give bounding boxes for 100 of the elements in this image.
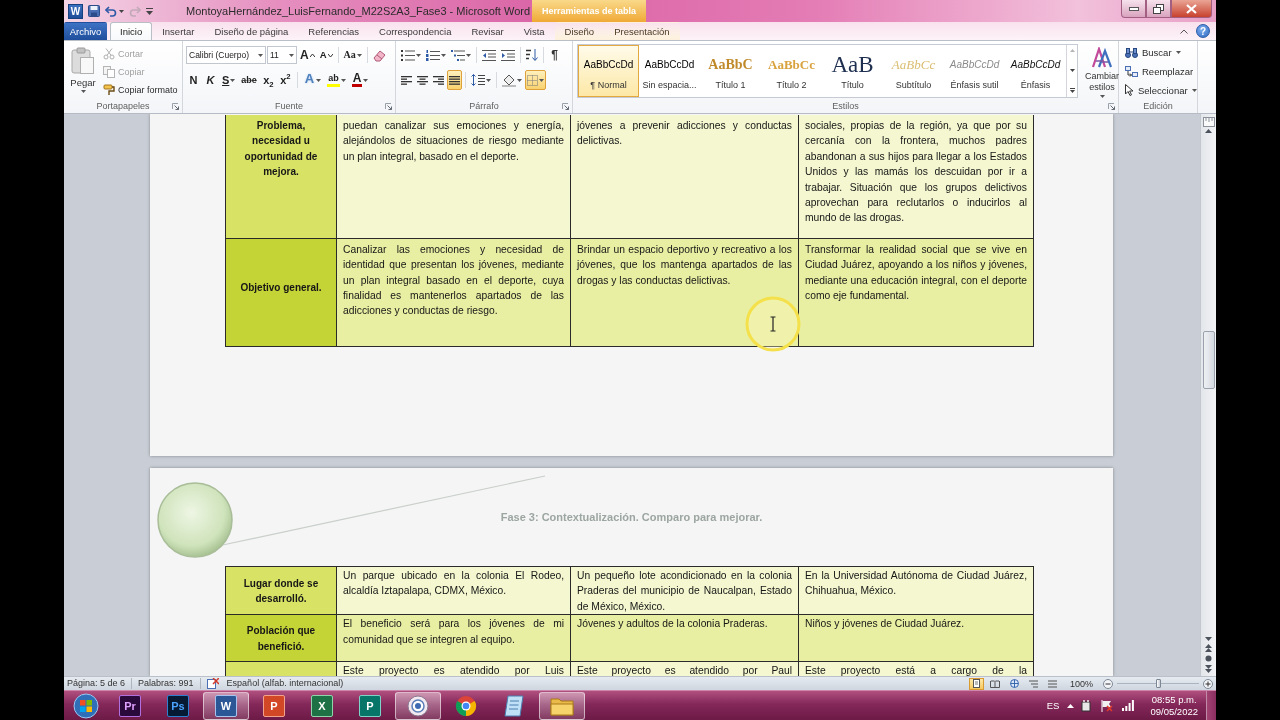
table-cell: jóvenes a prevenir adicciones y conductas delictivas. — [571, 115, 799, 239]
app-logo: Pr — [119, 694, 141, 717]
close-button[interactable] — [1171, 0, 1212, 18]
app-logo[interactable]: W — [68, 3, 83, 19]
ruler-icon[interactable] — [1202, 117, 1215, 127]
style-option[interactable]: AaBbC Título 1 — [700, 45, 761, 97]
grow-font-button[interactable]: A — [298, 45, 317, 65]
style-option[interactable]: AaB Título — [822, 45, 883, 97]
app-logo: Ps — [167, 694, 189, 717]
taskbar-button[interactable]: X — [299, 691, 345, 720]
style-preview: AaBbCcDd — [583, 57, 634, 72]
collapse-ribbon-icon[interactable] — [1180, 28, 1188, 34]
scissors-icon — [103, 47, 115, 60]
style-option[interactable]: AaBbCcDd ¶ Normal — [578, 45, 639, 97]
ribbon-tab[interactable]: Diseño de página — [204, 22, 299, 40]
align-justify-icon — [449, 75, 460, 85]
view-button[interactable] — [968, 677, 984, 690]
bold-button[interactable]: N — [186, 70, 201, 90]
italic-button[interactable]: K — [203, 70, 218, 90]
taskbar-button[interactable]: P — [347, 691, 393, 720]
text-effects-button[interactable]: A — [301, 70, 324, 90]
table-cell: El beneficio será para los jóvenes de mi comunidad que se integren al equipo. — [337, 615, 571, 663]
taskbar-button[interactable] — [539, 691, 585, 720]
superscript-button[interactable]: x$^{2}$ — [277, 70, 293, 90]
file-menu-button[interactable]: Archivo — [64, 22, 107, 40]
caret-icon — [539, 78, 544, 82]
slider-thumb[interactable] — [1155, 679, 1161, 688]
flag-icon[interactable] — [1101, 699, 1114, 712]
scroll-down-arrow-icon[interactable] — [1205, 637, 1212, 641]
next-page-icon[interactable] — [1205, 665, 1212, 673]
find-button[interactable]: Buscar — [1122, 44, 1194, 62]
strikethrough-button[interactable]: abe — [239, 70, 259, 90]
tray-caret-icon[interactable] — [1067, 703, 1075, 708]
style-option[interactable]: AaBbCc Título 2 — [761, 45, 822, 97]
taskbar-button[interactable] — [395, 691, 441, 720]
borders-icon — [527, 74, 538, 86]
style-option[interactable]: AaBbCcDd Énfasis sutil — [944, 45, 1005, 97]
select-button[interactable]: Seleccionar — [1122, 81, 1194, 99]
show-marks-button[interactable]: ¶ — [547, 45, 562, 65]
view-button[interactable] — [987, 677, 1003, 690]
ribbon-tab[interactable]: Referencias — [298, 22, 370, 40]
style-option[interactable]: AaBbCcDd Énfasis — [1005, 45, 1066, 97]
minimize-button[interactable] — [1121, 0, 1146, 18]
ribbon-tab[interactable]: Presentación — [604, 22, 680, 40]
clock-time[interactable]: 08:55 p.m. — [1151, 693, 1197, 706]
style-option[interactable]: AaBbCcDd Sin espacia... — [639, 45, 700, 97]
ribbon-tab[interactable]: Diseño — [554, 22, 605, 40]
power-plug-icon[interactable] — [1080, 699, 1093, 712]
gallery-more-icon[interactable] — [1069, 88, 1075, 93]
zoom-out-icon[interactable] — [1103, 678, 1113, 689]
highlight-button[interactable]: ab — [325, 70, 348, 90]
taskbar-button[interactable]: Ps — [155, 691, 201, 720]
style-preview: AaBbCcDd — [644, 57, 695, 72]
ribbon-tab[interactable]: Revisar — [461, 22, 514, 40]
ribbon-tab[interactable]: Inicio — [110, 22, 153, 40]
scroll-down-icon[interactable] — [1069, 68, 1075, 72]
justify-button[interactable] — [447, 70, 462, 90]
replace-button[interactable]: Reemplazar — [1122, 62, 1194, 81]
change-case-button[interactable]: Aa — [341, 45, 364, 65]
change-styles-button[interactable]: Cambiar estilos — [1082, 44, 1122, 99]
show-desktop-button[interactable] — [1206, 690, 1216, 720]
underline-button[interactable]: S — [220, 70, 238, 90]
zoom-in-icon[interactable] — [1203, 678, 1213, 689]
table-cell: Niños y jóvenes de Ciudad Juárez. — [799, 615, 1034, 663]
taskbar-button[interactable]: W — [203, 691, 249, 720]
format-painter-button[interactable]: Copiar formato — [101, 81, 180, 98]
paste-button[interactable]: Pegar — [67, 44, 99, 98]
browse-object-icon[interactable] — [1205, 655, 1212, 662]
font-color-button[interactable]: A — [349, 70, 371, 90]
undo-button[interactable] — [105, 4, 124, 18]
ribbon-tab[interactable]: Correspondencia — [369, 22, 462, 40]
signal-bars-icon[interactable] — [1122, 700, 1135, 711]
table-cell: puedan canalizar sus emociones y energía, alejándolos de situaciones de riesgo mediante un plan integral, basado en el deporte. — [337, 115, 571, 239]
restore-button[interactable] — [1146, 0, 1171, 18]
save-icon[interactable] — [88, 5, 100, 17]
close-icon — [1186, 3, 1197, 14]
subscript-button[interactable]: x$_{2}$ — [260, 70, 276, 90]
style-option[interactable]: AaBbCc Subtítulo — [883, 45, 944, 97]
dialog-launcher-icon[interactable] — [385, 102, 392, 110]
style-name: Título — [841, 79, 864, 90]
scroll-up-arrow-icon[interactable] — [1205, 129, 1212, 133]
clock-date[interactable]: 09/05/2022 — [1150, 705, 1198, 718]
zoom-level[interactable]: 100% — [1069, 678, 1093, 689]
dialog-launcher-icon[interactable] — [172, 102, 179, 110]
customize-icon[interactable] — [146, 7, 153, 15]
ribbon-tab[interactable]: Vista — [513, 22, 555, 40]
document-language[interactable]: Español (alfab. internacional) — [226, 678, 344, 689]
shrink-font-button[interactable]: A — [317, 45, 335, 65]
font-name-field[interactable]: Calibri (Cuerpo) — [186, 46, 266, 64]
scroll-thumb[interactable] — [1202, 331, 1215, 389]
dialog-launcher-icon[interactable] — [562, 102, 569, 110]
previous-page-icon[interactable] — [1205, 644, 1212, 652]
vertical-scrollbar[interactable] — [1200, 114, 1216, 676]
taskbar-button[interactable]: Pr — [107, 691, 153, 720]
input-language-button[interactable]: ES — [1038, 700, 1068, 711]
spell-check-icon[interactable] — [206, 678, 219, 689]
taskbar-button[interactable]: P — [251, 691, 297, 720]
font-size-field[interactable]: 11 — [267, 46, 297, 64]
ribbon-tab[interactable]: Insertar — [152, 22, 205, 40]
dialog-launcher-icon[interactable] — [1108, 102, 1115, 110]
